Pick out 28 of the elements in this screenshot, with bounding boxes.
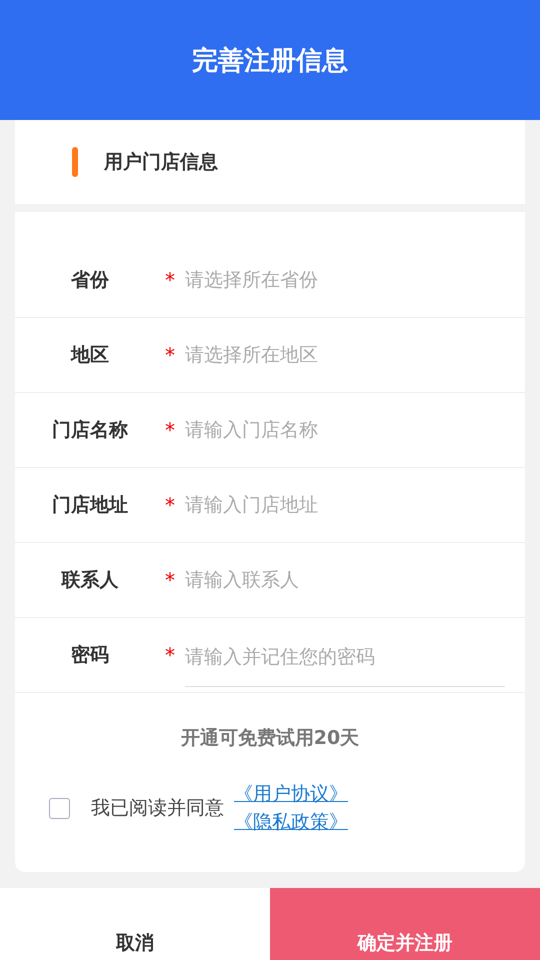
- section-marker: [72, 147, 78, 177]
- input-field[interactable]: 请输入并记住您的密码: [185, 642, 505, 686]
- required-mark: *: [165, 268, 175, 292]
- agree-checkbox[interactable]: [49, 798, 70, 818]
- field-label: 地区: [70, 343, 110, 368]
- cancel-button[interactable]: 取消: [0, 888, 270, 960]
- input-field[interactable]: 请输入门店名称: [185, 415, 505, 445]
- section-title: 用户门店信息: [104, 150, 218, 175]
- page-title: 完善注册信息: [192, 44, 348, 78]
- input-field[interactable]: 请输入门店地址: [185, 490, 505, 520]
- field-label: 门店名称: [51, 418, 129, 443]
- required-mark: *: [165, 343, 175, 367]
- required-mark: *: [165, 568, 175, 592]
- select-field[interactable]: 请选择所在地区: [185, 340, 505, 370]
- agreement-link[interactable]: 《隐私政策》: [234, 809, 348, 835]
- field-label: 联系人: [60, 568, 120, 593]
- field-label: 门店地址: [51, 493, 129, 518]
- field-label: 省份: [70, 268, 110, 293]
- required-mark: *: [165, 493, 175, 517]
- field-label: 密码: [70, 643, 110, 668]
- select-field[interactable]: 请选择所在省份: [185, 265, 505, 295]
- confirm-button[interactable]: 确定并注册: [270, 888, 540, 960]
- agreement-link[interactable]: 《用户协议》: [234, 781, 348, 807]
- agree-text: 我已阅读并同意: [91, 796, 224, 821]
- required-mark: *: [165, 643, 175, 667]
- trial-notice: 开通可免费试用20天: [180, 726, 360, 751]
- required-mark: *: [165, 418, 175, 442]
- input-field[interactable]: 请输入联系人: [185, 565, 505, 595]
